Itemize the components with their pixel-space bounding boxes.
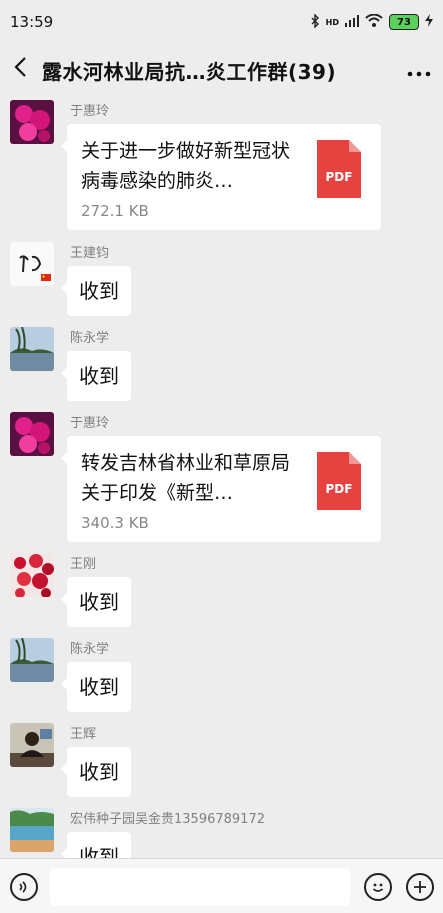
pdf-label: PDF xyxy=(325,170,353,184)
signal-icon xyxy=(345,14,359,30)
file-message[interactable]: 关于进一步做好新型冠状病毒感染的肺炎… 272.1 KB PDF xyxy=(61,124,381,230)
text-message[interactable]: 收到 xyxy=(61,662,131,712)
sender-name: 陈永学 xyxy=(70,331,110,346)
file-size: 340.3 KB xyxy=(81,514,149,532)
file-name: 转发吉林省林业和草原局关于印发《新型… xyxy=(81,452,291,504)
status-icons: HD 73 xyxy=(311,12,433,31)
plus-icon xyxy=(414,881,426,893)
avatar[interactable] xyxy=(10,723,54,767)
avatar[interactable] xyxy=(10,808,54,852)
message-item: 于惠玲 转发吉林省林业和草原局关于印发《新型… 340.3 KB PDF xyxy=(0,412,443,548)
avatar[interactable] xyxy=(10,100,54,144)
charging-icon xyxy=(425,14,433,30)
message-item: 王辉 收到 xyxy=(0,723,443,803)
file-size: 272.1 KB xyxy=(81,202,149,220)
message-list[interactable]: 于惠玲 关于进一步做好新型冠状病毒感染的肺炎… 272.1 KB PDF 王建钧… xyxy=(0,96,443,858)
text-message[interactable]: 收到 xyxy=(61,266,131,316)
sender-name: 王建钧 xyxy=(70,246,110,261)
pdf-icon: PDF xyxy=(317,140,361,198)
plus-button[interactable] xyxy=(406,873,434,901)
file-message[interactable]: 转发吉林省林业和草原局关于印发《新型… 340.3 KB PDF xyxy=(61,436,381,542)
chat-title: 露水河林业局抗…炎工作群(39) xyxy=(42,59,337,84)
message-item: 陈永学 收到 xyxy=(0,327,443,407)
bluetooth-icon xyxy=(311,12,320,31)
avatar[interactable] xyxy=(10,553,54,597)
back-button[interactable] xyxy=(12,55,42,85)
pdf-icon: PDF xyxy=(317,452,361,510)
sender-name: 宏伟种子园吴金贵13596789172 xyxy=(70,812,265,827)
emoji-icon xyxy=(372,883,384,892)
input-bar xyxy=(0,858,443,913)
status-time: 13:59 xyxy=(10,13,54,31)
sender-name: 王辉 xyxy=(70,727,97,742)
sender-name: 于惠玲 xyxy=(70,104,110,119)
wifi-icon xyxy=(365,13,383,30)
sender-name: 陈永学 xyxy=(70,642,110,657)
sender-name: 于惠玲 xyxy=(70,416,110,431)
text-message[interactable]: 收到 xyxy=(61,577,131,627)
message-item: 陈永学 收到 xyxy=(0,638,443,718)
text-message[interactable]: 收到 xyxy=(61,832,131,858)
sender-name: 王刚 xyxy=(70,557,97,572)
voice-icon xyxy=(19,881,27,893)
chevron-left-icon xyxy=(14,57,26,77)
chat-header: 露水河林业局抗…炎工作群(39) xyxy=(0,44,443,96)
avatar[interactable] xyxy=(10,327,54,371)
message-item: 宏伟种子园吴金贵13596789172 收到 xyxy=(0,808,443,858)
emoji-button[interactable] xyxy=(364,873,392,901)
text-message[interactable]: 收到 xyxy=(61,351,131,401)
pdf-label: PDF xyxy=(325,482,353,496)
message-item: 王刚 收到 xyxy=(0,553,443,633)
message-item: 王建钧 收到 xyxy=(0,242,443,322)
avatar[interactable] xyxy=(10,412,54,456)
message-item: 于惠玲 关于进一步做好新型冠状病毒感染的肺炎… 272.1 KB PDF xyxy=(0,100,443,236)
network-label: HD xyxy=(325,17,339,27)
ellipsis-icon xyxy=(407,71,431,76)
message-input[interactable] xyxy=(50,868,350,906)
avatar[interactable] xyxy=(10,638,54,682)
avatar[interactable] xyxy=(10,242,54,286)
battery-indicator: 73 xyxy=(389,14,419,30)
file-name: 关于进一步做好新型冠状病毒感染的肺炎… xyxy=(81,140,291,192)
text-message[interactable]: 收到 xyxy=(61,747,131,797)
more-button[interactable] xyxy=(407,58,431,83)
status-bar: 13:59 HD 73 xyxy=(0,0,443,44)
voice-button[interactable] xyxy=(10,873,38,901)
